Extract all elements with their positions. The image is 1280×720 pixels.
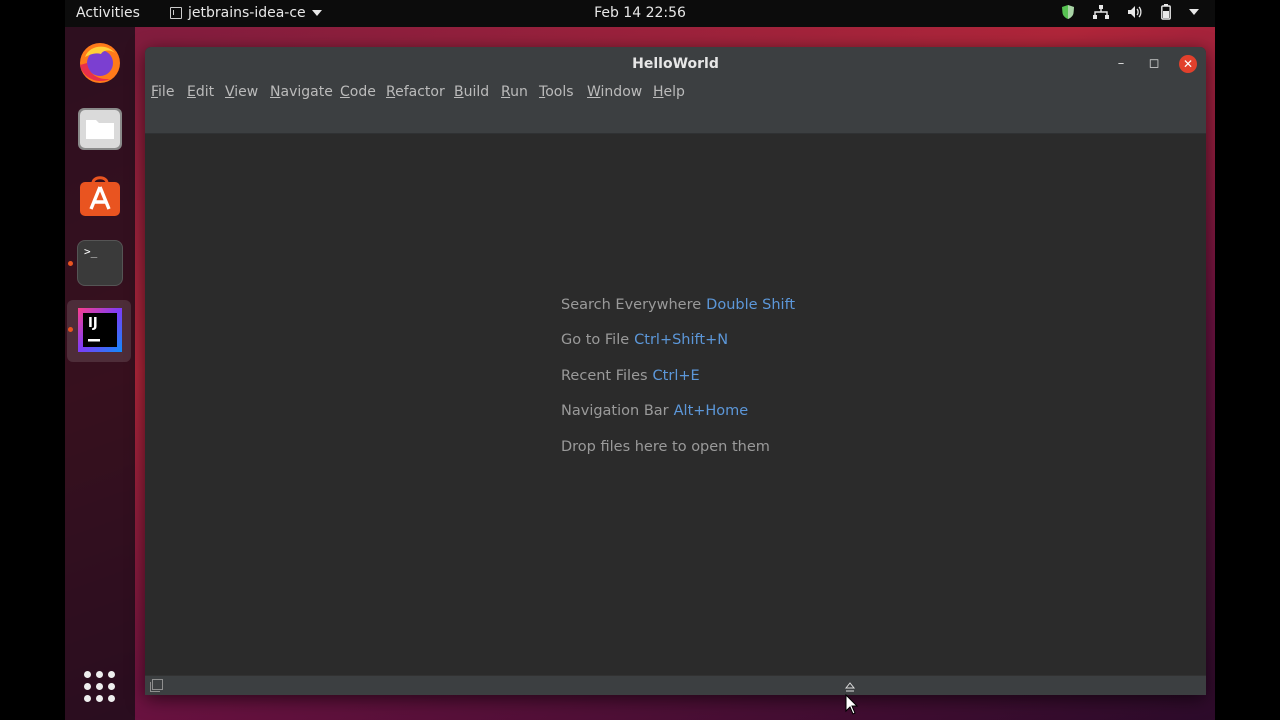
- hint-shortcut: Ctrl+Shift+N: [634, 332, 729, 348]
- hint-recent-files: Recent Files Ctrl+E: [561, 368, 700, 384]
- intellij-icon: [78, 308, 122, 352]
- menu-run[interactable]: Run: [501, 84, 528, 100]
- hint-shortcut: Double Shift: [706, 297, 796, 313]
- top-bar: Activities jetbrains-idea-ce Feb 14 22:5…: [65, 0, 1215, 27]
- shield-icon: [1062, 5, 1074, 19]
- system-menu-chevron-icon: [1189, 9, 1199, 15]
- hint-shortcut: Ctrl+E: [652, 368, 700, 384]
- minimize-button[interactable]: –: [1112, 55, 1130, 73]
- window-title: HelloWorld: [632, 56, 719, 72]
- menu-tools[interactable]: Tools: [539, 84, 574, 100]
- menu-code[interactable]: Code: [340, 84, 376, 100]
- intellij-glyph: IJ: [88, 316, 98, 331]
- mouse-cursor-icon: [844, 682, 859, 715]
- ide-window: HelloWorld – ◻ ✕ File Edit View Navigate…: [145, 47, 1206, 695]
- intellij-running-indicator: [68, 327, 73, 332]
- hint-label: Search Everywhere: [561, 297, 702, 313]
- show-apps-icon[interactable]: [84, 671, 116, 703]
- editor-empty-state[interactable]: Search Everywhere Double Shift Go to File…: [145, 134, 1206, 674]
- maximize-button[interactable]: ◻: [1145, 55, 1163, 73]
- hint-go-to-file: Go to File Ctrl+Shift+N: [561, 332, 728, 348]
- menu-window[interactable]: Window: [587, 84, 642, 100]
- volume-icon: [1128, 6, 1142, 18]
- network-icon: [1093, 4, 1109, 19]
- menu-edit[interactable]: Edit: [187, 84, 214, 100]
- menu-bar: File Edit View Navigate Code Refactor Bu…: [145, 81, 1206, 105]
- menu-build[interactable]: Build: [454, 84, 489, 100]
- hint-shortcut: Alt+Home: [673, 403, 749, 419]
- dock-item-firefox[interactable]: [77, 39, 123, 85]
- hint-search-everywhere: Search Everywhere Double Shift: [561, 297, 795, 313]
- dock: >_ IJ: [65, 27, 135, 720]
- hint-label: Go to File: [561, 332, 630, 348]
- software-center-icon: [80, 176, 120, 216]
- title-bar[interactable]: HelloWorld – ◻ ✕: [145, 47, 1206, 81]
- toolbar: [145, 105, 1206, 134]
- desktop: Activities jetbrains-idea-ce Feb 14 22:5…: [65, 0, 1215, 720]
- menu-view[interactable]: View: [225, 84, 258, 100]
- system-tray[interactable]: [1061, 4, 1199, 20]
- dock-item-terminal[interactable]: >_: [77, 240, 123, 286]
- dock-item-software[interactable]: [77, 173, 123, 219]
- hint-label: Navigation Bar: [561, 403, 669, 419]
- files-icon: [78, 108, 122, 150]
- hint-drop-files: Drop files here to open them: [561, 439, 770, 455]
- menu-help[interactable]: Help: [653, 84, 685, 100]
- dock-item-files[interactable]: [77, 106, 123, 152]
- close-button[interactable]: ✕: [1179, 55, 1197, 73]
- terminal-icon: >_: [84, 245, 98, 258]
- battery-icon: [1161, 4, 1171, 20]
- clock[interactable]: Feb 14 22:56: [65, 5, 1215, 21]
- menu-file[interactable]: File: [151, 84, 174, 100]
- menu-navigate[interactable]: Navigate: [270, 84, 333, 100]
- hint-label: Recent Files: [561, 368, 648, 384]
- dock-item-intellij[interactable]: IJ: [77, 307, 123, 353]
- status-bar: [145, 675, 1206, 695]
- hint-navigation-bar: Navigation Bar Alt+Home: [561, 403, 748, 419]
- firefox-icon: [80, 43, 120, 83]
- menu-refactor[interactable]: Refactor: [386, 84, 445, 100]
- terminal-running-indicator: [68, 261, 73, 266]
- tool-windows-toggle-icon[interactable]: [150, 679, 163, 692]
